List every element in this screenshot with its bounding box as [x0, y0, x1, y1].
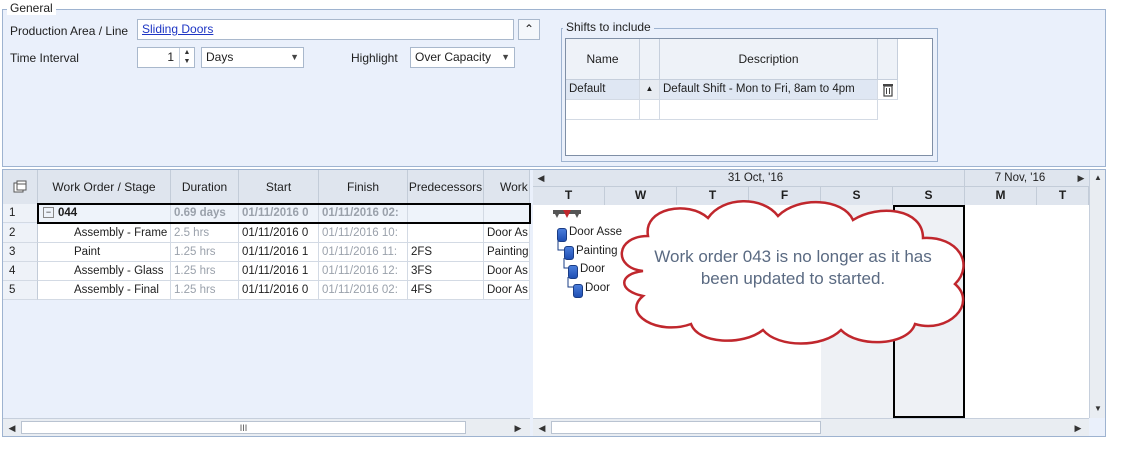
production-area-label: Production Area / Line	[10, 24, 129, 38]
shift-name-cell[interactable]: Default	[566, 80, 640, 100]
work-cell[interactable]: Door As	[484, 224, 530, 243]
duration-cell[interactable]: 2.5 hrs	[171, 224, 239, 243]
time-interval-stepper[interactable]: 1 ▲ ▼	[137, 47, 195, 68]
summary-bar[interactable]	[553, 210, 583, 225]
highlight-select[interactable]: Over Capacity ▼	[410, 47, 515, 68]
start-cell[interactable]: 01/11/2016 0	[239, 281, 319, 300]
shift-new-sort-cell[interactable]	[640, 100, 660, 120]
stage-cell[interactable]: Assembly - Frame	[38, 224, 171, 243]
chevron-down-icon: ▼	[290, 52, 299, 62]
gantt-scroll-thumb[interactable]	[551, 421, 821, 434]
selected-row-outline	[37, 203, 531, 224]
finish-cell[interactable]: 01/11/2016 10:	[319, 224, 408, 243]
shift-new-name-cell[interactable]	[566, 100, 640, 120]
callout-text: Work order 043 is no longer as it has be…	[654, 247, 932, 288]
chevron-down-icon: ▼	[501, 52, 510, 62]
spin-buttons[interactable]: ▲ ▼	[179, 48, 194, 67]
scroll-down-icon[interactable]: ▼	[1091, 402, 1105, 416]
week-label-1: 31 Oct, '16	[727, 172, 784, 184]
shifts-title: Shifts to include	[563, 20, 654, 34]
day-header: T	[533, 187, 605, 205]
start-cell[interactable]: 01/11/2016 1	[239, 243, 319, 262]
start-cell[interactable]: 01/11/2016 1	[239, 262, 319, 281]
finish-cell[interactable]: 01/11/2016 02:	[319, 281, 408, 300]
week-label-2: 7 Nov, '16	[994, 172, 1046, 184]
shift-sort-cell[interactable]: ▲	[640, 80, 660, 100]
scroll-thumb[interactable]: III	[21, 421, 466, 434]
time-interval-label: Time Interval	[10, 51, 79, 65]
col-header-finish[interactable]: Finish	[319, 170, 408, 204]
production-area-link[interactable]: Sliding Doors	[142, 22, 213, 36]
duration-cell[interactable]: 1.25 hrs	[171, 243, 239, 262]
spin-down-icon[interactable]: ▼	[180, 57, 194, 66]
highlight-value: Over Capacity	[415, 50, 492, 64]
trash-icon	[882, 84, 893, 97]
shift-new-description-cell[interactable]	[660, 100, 878, 120]
gantt-vertical-scrollbar[interactable]: ▲ ▼	[1089, 170, 1105, 418]
day-header: T	[1037, 187, 1089, 205]
highlight-label: Highlight	[351, 51, 398, 65]
shifts-header-sort[interactable]	[640, 39, 660, 80]
scroll-left-icon[interactable]: ◀	[535, 420, 549, 436]
scroll-right-icon[interactable]: ▶	[1071, 420, 1085, 436]
shifts-header-description[interactable]: Description	[660, 39, 878, 80]
start-cell[interactable]: 01/11/2016 0	[239, 224, 319, 243]
spin-up-icon[interactable]: ▲	[180, 48, 194, 57]
row-number[interactable]: 2	[3, 224, 38, 243]
duration-cell[interactable]: 1.25 hrs	[171, 281, 239, 300]
stage-cell[interactable]: Assembly - Final	[38, 281, 171, 300]
col-header-duration[interactable]: Duration	[171, 170, 239, 204]
col-header-work[interactable]: Work	[484, 170, 530, 204]
work-cell[interactable]: Painting	[484, 243, 530, 262]
col-header-start[interactable]: Start	[239, 170, 319, 204]
grid-corner[interactable]	[3, 170, 38, 204]
pred-cell[interactable]: 2FS	[408, 243, 484, 262]
gantt-horizontal-scrollbar[interactable]: ◀ ▶	[533, 418, 1089, 436]
stage-cell[interactable]: Assembly - Glass	[38, 262, 171, 281]
collapse-button[interactable]: ⌃	[518, 19, 540, 40]
scroll-left-icon[interactable]: ◀	[5, 420, 19, 436]
shift-description-cell[interactable]: Default Shift - Mon to Fri, 8am to 4pm	[660, 80, 878, 100]
time-interval-value: 1	[167, 50, 174, 64]
grid-horizontal-scrollbar[interactable]: ◀ III ▶	[3, 418, 530, 436]
work-order-grid[interactable]: Work Order / Stage Duration Start Finish…	[3, 170, 531, 418]
row-number[interactable]: 1	[3, 204, 38, 223]
row-number[interactable]: 3	[3, 243, 38, 262]
interval-unit-value: Days	[206, 50, 234, 64]
production-area-field[interactable]: Sliding Doors	[137, 19, 514, 40]
pred-cell[interactable]	[408, 224, 484, 243]
col-header-predecessors[interactable]: Predecessors	[408, 170, 484, 204]
interval-unit-select[interactable]: Days ▼	[201, 47, 304, 68]
row-number[interactable]: 5	[3, 281, 38, 300]
row-number[interactable]: 4	[3, 262, 38, 281]
dependency-links	[557, 240, 573, 288]
scroll-right-icon[interactable]: ▶	[511, 420, 525, 436]
scroll-up-icon[interactable]: ▲	[1091, 171, 1105, 185]
shifts-grid[interactable]: Name Description Default ▲ Default Shift…	[565, 38, 933, 156]
col-header-stage[interactable]: Work Order / Stage	[38, 170, 171, 204]
delete-shift-button[interactable]	[878, 80, 898, 100]
gantt-chart[interactable]: ◀ 31 Oct, '16 7 Nov, '16 ▶ T W T F S S M…	[533, 170, 1089, 418]
column-chooser-icon	[13, 180, 27, 193]
duration-cell[interactable]: 1.25 hrs	[171, 262, 239, 281]
stage-cell[interactable]: Paint	[38, 243, 171, 262]
work-cell[interactable]: Door As	[484, 281, 530, 300]
shifts-header-name[interactable]: Name	[566, 39, 640, 80]
finish-cell[interactable]: 01/11/2016 11:	[319, 243, 408, 262]
pred-cell[interactable]: 4FS	[408, 281, 484, 300]
pred-cell[interactable]: 3FS	[408, 262, 484, 281]
gantt-next-icon[interactable]: ▶	[1075, 170, 1087, 187]
shifts-header-delete	[878, 39, 898, 80]
general-legend: General	[7, 1, 56, 15]
gantt-prev-icon[interactable]: ◀	[535, 170, 547, 187]
finish-cell[interactable]: 01/11/2016 12:	[319, 262, 408, 281]
work-cell[interactable]: Door As	[484, 262, 530, 281]
chevron-up-icon: ⌃	[523, 22, 535, 36]
summary-markers-icon	[553, 210, 581, 218]
